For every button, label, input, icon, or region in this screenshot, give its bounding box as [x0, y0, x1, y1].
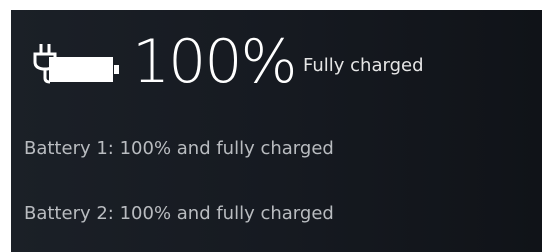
- battery-plugged-icon: [33, 44, 119, 84]
- battery-percent: 100%: [132, 27, 298, 97]
- battery-2-status: Battery 2: 100% and fully charged: [24, 203, 334, 224]
- battery-1-status: Battery 1: 100% and fully charged: [24, 138, 334, 159]
- battery-flyout: 100% Fully charged Battery 1: 100% and f…: [11, 10, 542, 252]
- charge-status: Fully charged: [303, 55, 424, 76]
